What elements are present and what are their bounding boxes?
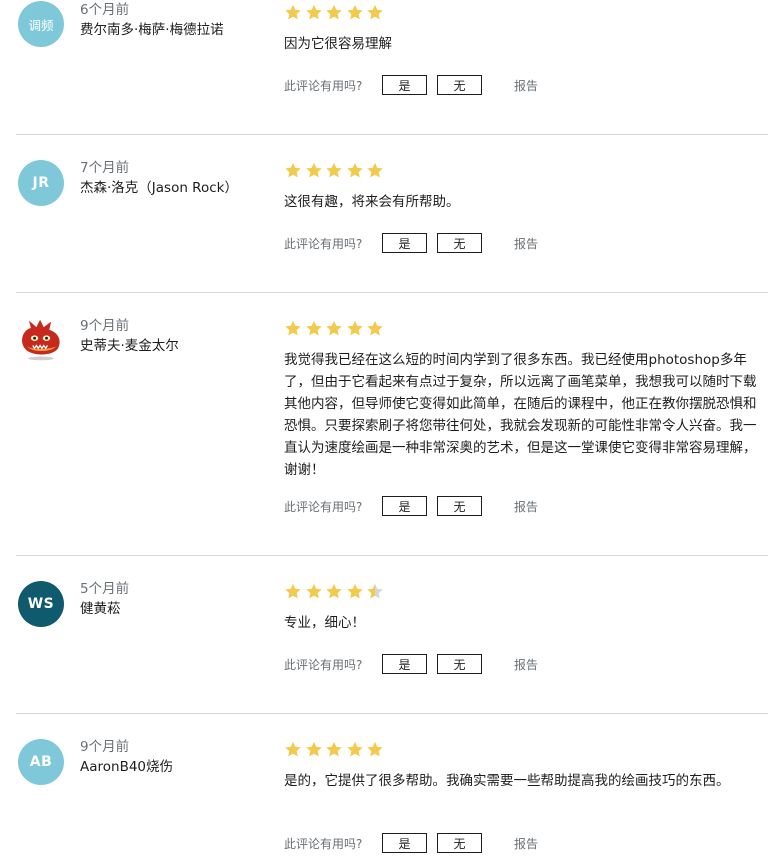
review-time: 9个月前 — [80, 318, 130, 334]
helpful-row: 此评论有用吗? 是 无 报告 — [284, 653, 538, 675]
star-rating — [284, 582, 384, 600]
dragon-avatar-icon — [22, 319, 60, 361]
helpful-prompt: 此评论有用吗? — [284, 836, 363, 851]
divider — [16, 134, 768, 135]
star-icon — [326, 320, 342, 336]
avatar: JR — [18, 160, 64, 206]
review-meta: 9个月前 史蒂夫·麦金太尔 — [80, 316, 270, 356]
reviewer-name: 杰森·洛克（Jason Rock） — [80, 180, 238, 196]
star-rating — [284, 3, 384, 21]
reviewer-name: 健黄菘 — [80, 601, 121, 617]
avatar — [18, 317, 64, 363]
avatar: 调频 — [18, 1, 64, 47]
helpful-no-button[interactable]: 无 — [437, 233, 482, 253]
helpful-prompt: 此评论有用吗? — [284, 236, 363, 251]
review-text: 我觉得我已经在这么短的时间内学到了很多东西。我已经使用photoshop多年了，… — [284, 352, 757, 478]
review-time: 9个月前 — [80, 739, 130, 755]
helpful-no-button[interactable]: 无 — [437, 833, 482, 853]
star-rating — [284, 740, 384, 758]
star-icon — [346, 583, 363, 599]
star-icon — [326, 162, 342, 178]
helpful-prompt: 此评论有用吗? — [284, 657, 363, 672]
helpful-no-button[interactable]: 无 — [437, 654, 482, 674]
star-icon — [326, 4, 342, 20]
star-icon — [305, 741, 322, 757]
helpful-yes-button[interactable]: 是 — [382, 75, 427, 95]
review-time: 6个月前 — [80, 2, 130, 18]
star-icon — [326, 741, 342, 757]
helpful-no-button[interactable]: 无 — [437, 496, 482, 516]
report-link[interactable]: 报告 — [514, 77, 538, 94]
review-text: 这很有趣，将来会有所帮助。 — [284, 194, 460, 210]
avatar: AB — [18, 739, 64, 785]
star-icon — [305, 4, 322, 20]
helpful-yes-button[interactable]: 是 — [382, 833, 427, 853]
divider — [16, 555, 768, 556]
star-icon — [305, 583, 322, 599]
review-time: 5个月前 — [80, 581, 130, 597]
star-icon — [367, 320, 383, 336]
star-icon — [367, 162, 383, 178]
star-icon — [346, 741, 363, 757]
star-rating — [284, 161, 384, 179]
star-icon — [346, 320, 363, 336]
helpful-yes-button[interactable]: 是 — [382, 496, 427, 516]
helpful-row: 此评论有用吗? 是 无 报告 — [284, 74, 538, 96]
review-text: 因为它很容易理解 — [284, 36, 392, 52]
star-icon — [285, 741, 301, 757]
star-icon — [346, 4, 363, 20]
review-meta: 5个月前 健黄菘 — [80, 579, 270, 619]
helpful-yes-button[interactable]: 是 — [382, 233, 427, 253]
review-text: 是的，它提供了很多帮助。我确实需要一些帮助提高我的绘画技巧的东西。 — [284, 773, 730, 789]
report-link[interactable]: 报告 — [514, 498, 538, 515]
helpful-row: 此评论有用吗? 是 无 报告 — [284, 832, 538, 854]
report-link[interactable]: 报告 — [514, 656, 538, 673]
review-text: 专业，细心！ — [284, 615, 365, 631]
review-meta: 6个月前 费尔南多·梅萨·梅德拉诺 — [80, 0, 270, 40]
star-icon — [367, 4, 383, 20]
divider — [16, 713, 768, 714]
star-icon — [285, 162, 301, 178]
helpful-prompt: 此评论有用吗? — [284, 78, 363, 93]
star-icon — [305, 320, 322, 336]
star-rating — [284, 319, 384, 337]
helpful-prompt: 此评论有用吗? — [284, 499, 363, 514]
star-icon — [305, 162, 322, 178]
helpful-yes-button[interactable]: 是 — [382, 654, 427, 674]
star-icon — [285, 4, 301, 20]
star-icon — [367, 741, 383, 757]
divider — [16, 292, 768, 293]
star-icon — [346, 162, 363, 178]
helpful-row: 此评论有用吗? 是 无 报告 — [284, 232, 538, 254]
star-icon — [285, 583, 301, 599]
reviewer-name: 费尔南多·梅萨·梅德拉诺 — [80, 22, 224, 38]
review-time: 7个月前 — [80, 160, 130, 176]
report-link[interactable]: 报告 — [514, 835, 538, 852]
star-icon — [285, 320, 301, 336]
helpful-row: 此评论有用吗? 是 无 报告 — [284, 495, 538, 517]
star-icon — [326, 583, 342, 599]
avatar: WS — [18, 581, 64, 627]
reviewer-name: AaronB40烧伤 — [80, 759, 174, 775]
helpful-no-button[interactable]: 无 — [437, 75, 482, 95]
review-meta: 9个月前 AaronB40烧伤 — [80, 737, 270, 777]
review-meta: 7个月前 杰森·洛克（Jason Rock） — [80, 158, 270, 198]
reviewer-name: 史蒂夫·麦金太尔 — [80, 338, 179, 354]
report-link[interactable]: 报告 — [514, 235, 538, 252]
star-icon — [367, 583, 383, 599]
